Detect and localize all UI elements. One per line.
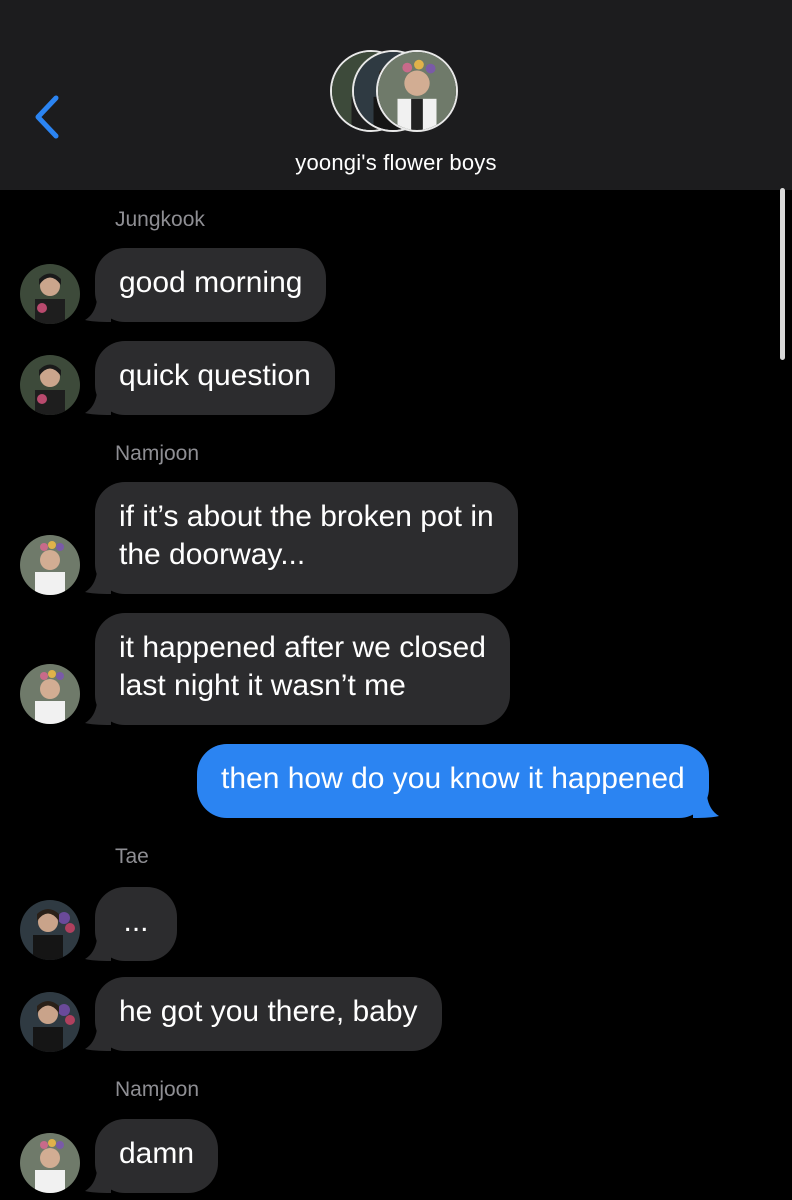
bubble-tail-icon [85, 300, 111, 322]
sender-name: Tae [115, 845, 149, 868]
message-text: then how do you know it happened [221, 762, 685, 795]
avatar[interactable] [20, 992, 80, 1052]
message-text-line: the doorway... [119, 538, 306, 571]
bubble-tail-icon [85, 572, 111, 594]
message-text-line: last night it wasn’t me [119, 669, 406, 702]
conversation-header: yoongi's flower boys [0, 0, 792, 190]
group-avatar-stack[interactable] [330, 50, 462, 136]
group-name[interactable]: yoongi's flower boys [0, 150, 792, 176]
bubble-tail-icon [85, 1029, 111, 1051]
message-text: damn [119, 1137, 195, 1170]
bubble-tail-icon [692, 796, 719, 818]
message-text: ... [123, 905, 149, 938]
bubble-tail-icon [85, 703, 111, 725]
scroll-indicator[interactable] [780, 188, 785, 360]
avatar[interactable] [20, 664, 80, 724]
bubble-tail-icon [85, 393, 111, 415]
message-bubble[interactable]: good morning [85, 248, 327, 322]
group-avatar-namjoon [376, 50, 458, 132]
message-bubble[interactable]: it happened after we closed last night i… [85, 613, 510, 725]
sender-name: Namjoon [115, 442, 200, 465]
avatar[interactable] [20, 264, 80, 324]
message-text-line: it happened after we closed [119, 631, 486, 664]
bubble-tail-icon [85, 939, 111, 961]
sender-name: Jungkook [115, 208, 205, 231]
message-bubble[interactable]: damn [85, 1119, 219, 1193]
avatar[interactable] [20, 900, 80, 960]
conversation-screen: yoongi's flower boys Jungkook good morni… [0, 0, 792, 1200]
message-text: he got you there, baby [119, 995, 418, 1028]
back-button[interactable] [28, 92, 68, 142]
message-bubble[interactable]: he got you there, baby [85, 977, 442, 1051]
message-bubble[interactable]: quick question [85, 341, 335, 415]
chevron-left-icon [35, 95, 59, 139]
message-text: good morning [119, 266, 303, 299]
avatar[interactable] [20, 1133, 80, 1193]
message-text: quick question [119, 359, 311, 392]
avatar[interactable] [20, 355, 80, 415]
sender-name: Namjoon [115, 1078, 200, 1101]
bubble-tail-icon [85, 1171, 111, 1193]
message-bubble[interactable]: if it’s about the broken pot in the door… [85, 482, 518, 594]
message-bubble[interactable]: ... [85, 887, 177, 961]
message-text-line: if it’s about the broken pot in [119, 500, 494, 533]
avatar[interactable] [20, 535, 80, 595]
sent-message-bubble[interactable]: then how do you know it happened [197, 744, 719, 818]
